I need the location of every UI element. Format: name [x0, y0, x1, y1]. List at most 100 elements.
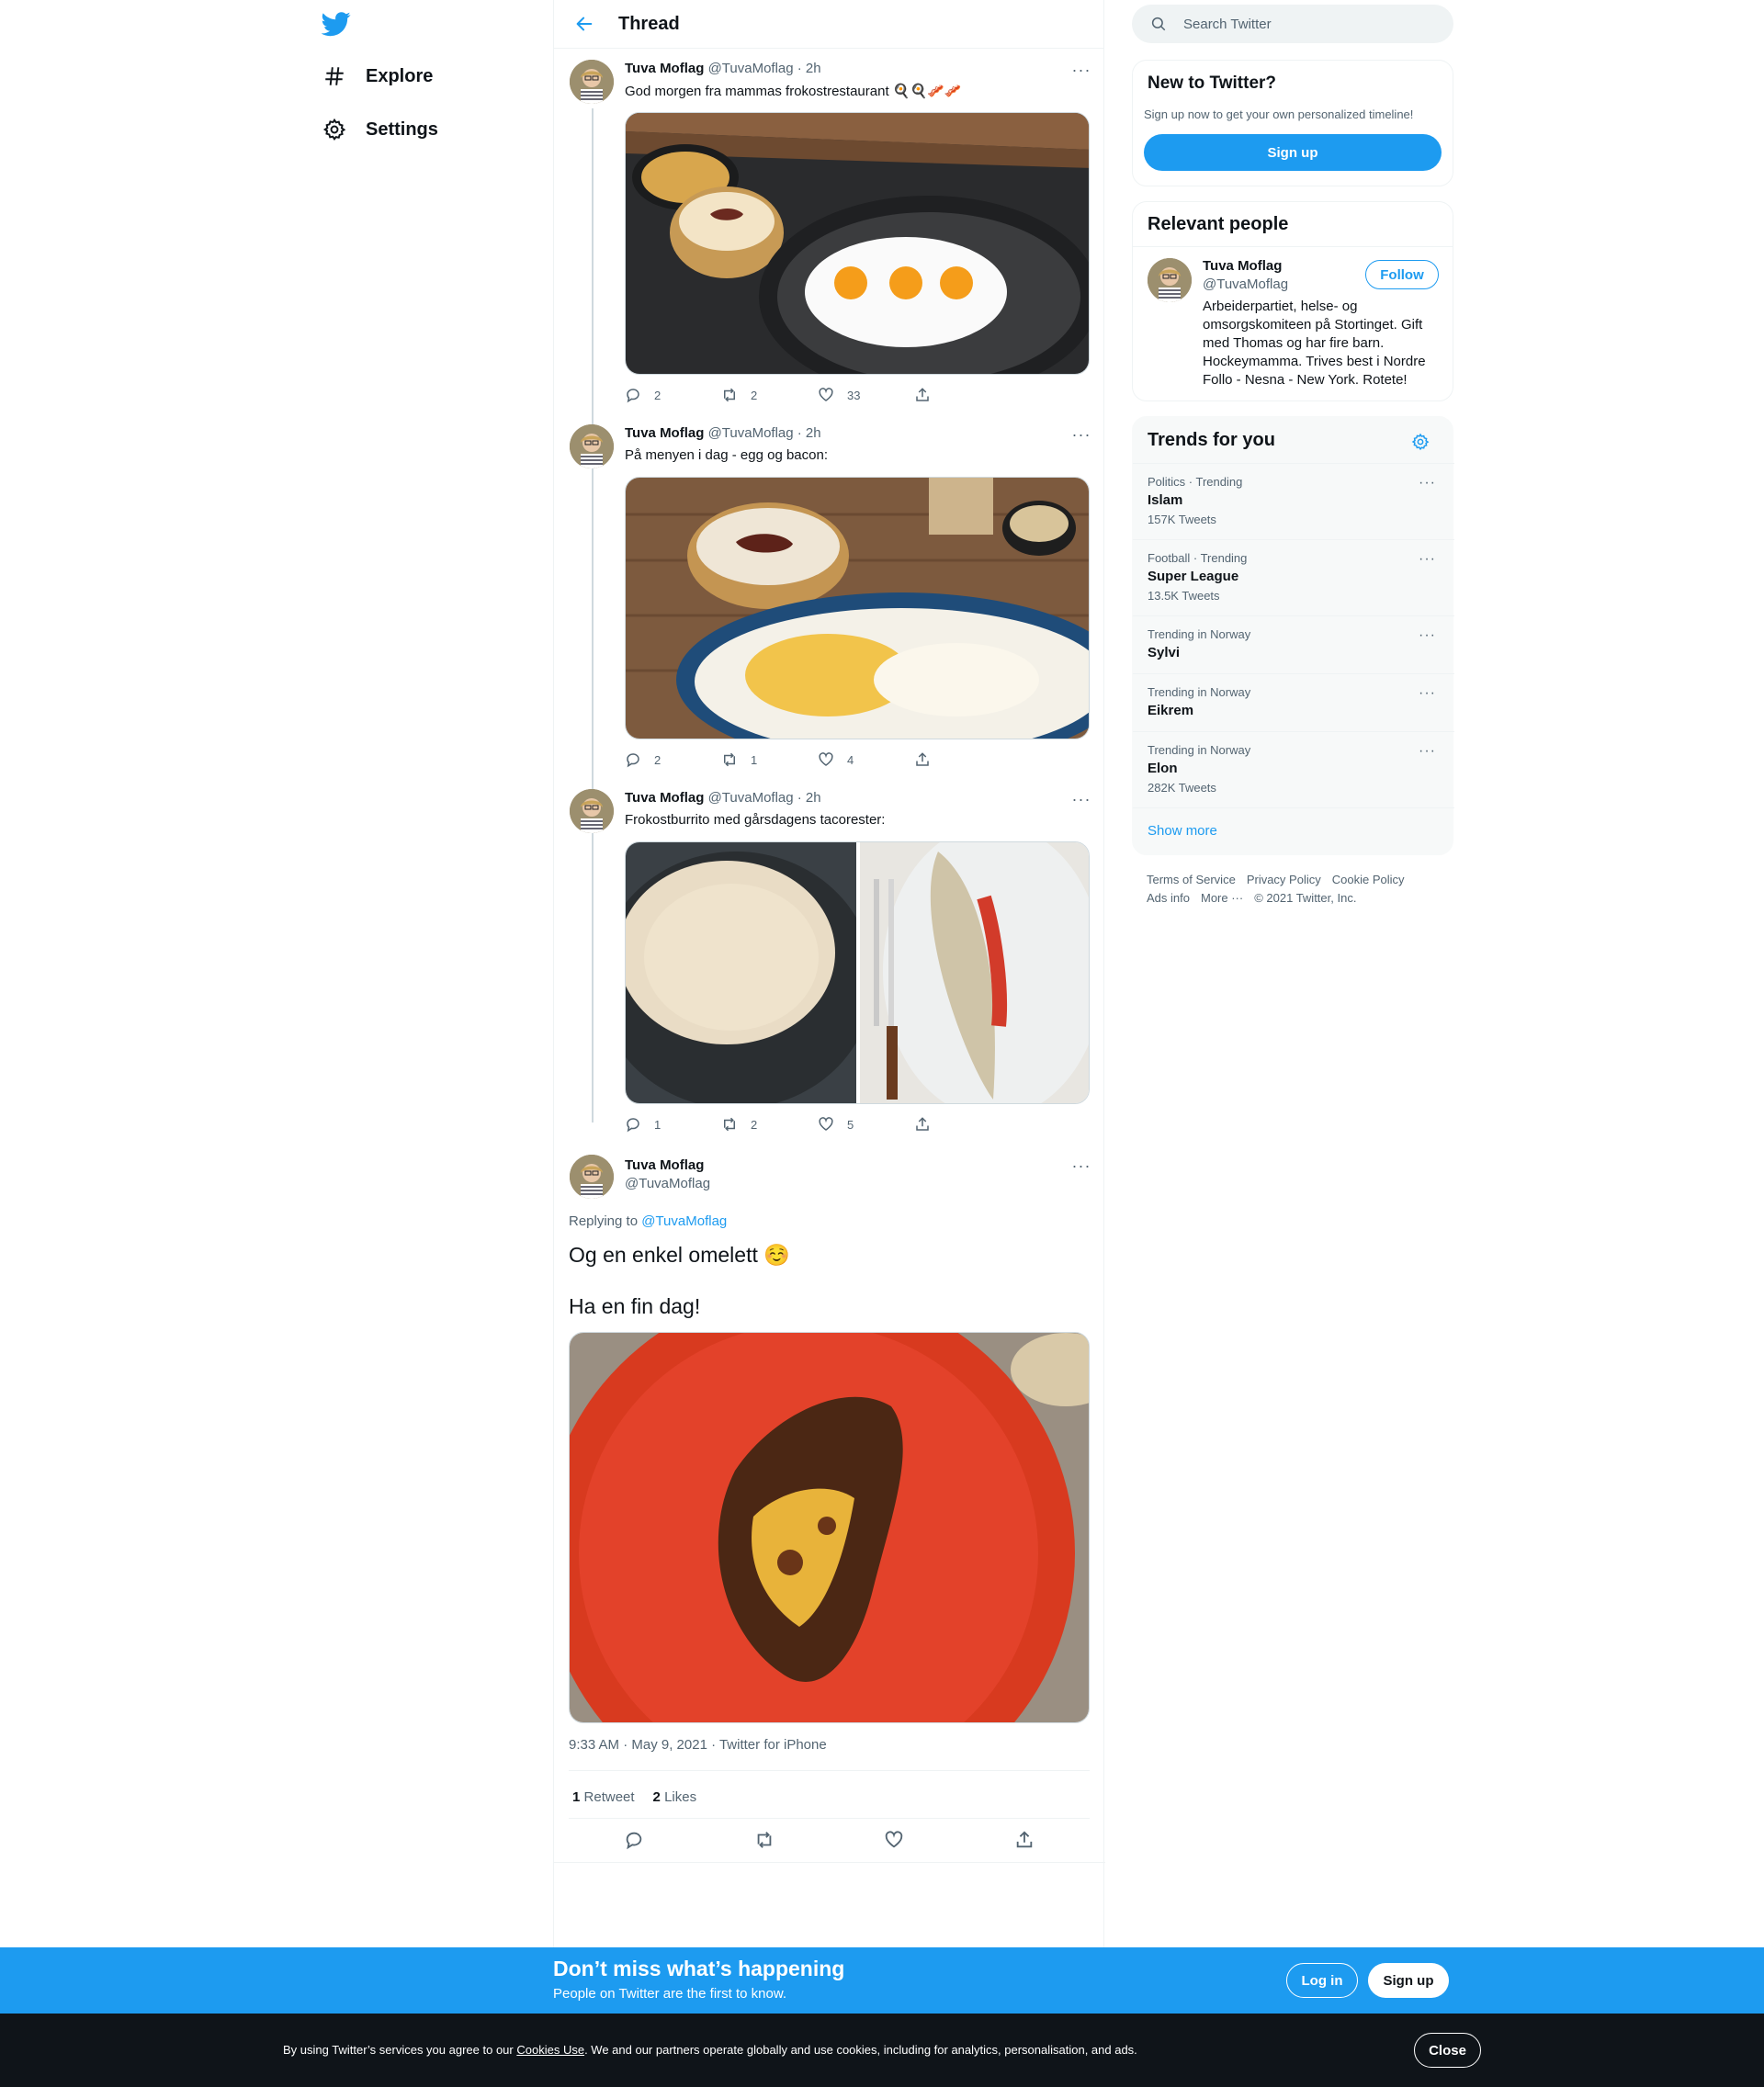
trend-item[interactable]: Politics · Trending Islam 157K Tweets ··…	[1133, 463, 1454, 539]
copyright: © 2021 Twitter, Inc.	[1254, 891, 1357, 905]
nav-settings-label: Settings	[366, 118, 438, 140]
tweet-timestamp[interactable]: 9:33 AM · May 9, 2021 · Twitter for iPho…	[569, 1737, 827, 1753]
trend-item[interactable]: Football · Trending Super League 13.5K T…	[1133, 539, 1454, 615]
tweet-photo[interactable]	[569, 1332, 1090, 1723]
more-icon[interactable]: ···	[1070, 1156, 1092, 1175]
trend-context: Football · Trending	[1148, 551, 1248, 565]
tweet-photo[interactable]	[625, 477, 1090, 739]
retweet-button[interactable]: 1	[721, 750, 818, 769]
author-handle-time[interactable]: @TuvaMoflag · 2h	[708, 61, 821, 76]
tweet-text: Frokostburrito med gårsdagens tacorester…	[625, 812, 886, 828]
privacy-link[interactable]: Privacy Policy	[1247, 873, 1321, 886]
search-bar[interactable]	[1132, 5, 1453, 43]
back-arrow-icon[interactable]	[572, 12, 596, 36]
avatar[interactable]	[570, 424, 614, 468]
author-name[interactable]: Tuva Moflag	[625, 425, 704, 441]
trend-item[interactable]: Trending in Norway Eikrem ···	[1133, 673, 1454, 731]
author-name[interactable]: Tuva Moflag	[625, 790, 704, 806]
nav-explore-label: Explore	[366, 65, 434, 86]
reply-button[interactable]: 2	[625, 750, 721, 769]
retweet-count: 1	[751, 752, 758, 767]
retweet-button[interactable]: 2	[721, 1115, 818, 1134]
cookie-text: By using Twitter’s services you agree to…	[283, 2043, 1137, 2057]
trend-context: Trending in Norway	[1148, 685, 1251, 699]
banner-sign-up-button[interactable]: Sign up	[1368, 1963, 1449, 1998]
nav-explore[interactable]: Explore	[322, 58, 433, 95]
trend-item[interactable]: Trending in Norway Sylvi ···	[1133, 615, 1454, 673]
author-name[interactable]: Tuva Moflag	[625, 1157, 704, 1173]
tweet-photo-left[interactable]	[626, 842, 874, 1104]
heart-icon	[886, 1831, 903, 1848]
more-icon[interactable]: ···	[1070, 61, 1092, 79]
author-handle[interactable]: @TuvaMoflag	[625, 1176, 710, 1191]
avatar[interactable]	[570, 60, 614, 104]
like-button[interactable]: 4	[818, 750, 914, 769]
more-icon[interactable]: ···	[1419, 685, 1436, 702]
more-icon[interactable]: ···	[1419, 627, 1436, 644]
trend-item[interactable]: Trending in Norway Elon 282K Tweets ···	[1133, 731, 1454, 807]
tweet-text-line1: Og en enkel omelett ☺️	[569, 1243, 790, 1267]
cookie-text-suffix: . We and our partners operate globally a…	[584, 2043, 1137, 2057]
terms-link[interactable]: Terms of Service	[1147, 873, 1236, 886]
log-in-button[interactable]: Log in	[1286, 1963, 1358, 1998]
cookie-close-button[interactable]: Close	[1414, 2033, 1481, 2068]
retweet-button[interactable]	[746, 1822, 783, 1858]
reply-button[interactable]: 1	[625, 1115, 721, 1134]
follow-button[interactable]: Follow	[1365, 260, 1439, 289]
retweet-icon	[724, 388, 735, 402]
cookies-use-link[interactable]: Cookies Use	[516, 2043, 584, 2057]
trend-context: Trending in Norway	[1148, 743, 1251, 757]
reply-button[interactable]: 2	[625, 386, 721, 404]
show-more-row: Show more	[1133, 807, 1454, 855]
like-button[interactable]: 33	[818, 386, 914, 404]
person-name[interactable]: Tuva Moflag	[1203, 258, 1282, 274]
share-icon	[916, 1117, 929, 1131]
trends-settings-gear-icon[interactable]	[1408, 430, 1432, 454]
more-icon[interactable]: ···	[1070, 790, 1092, 808]
more-icon[interactable]: ···	[1419, 743, 1436, 760]
author-handle-time[interactable]: @TuvaMoflag · 2h	[708, 790, 821, 806]
tweet-photo-right[interactable]	[860, 842, 1090, 1104]
reply-button[interactable]	[616, 1822, 652, 1858]
person-handle[interactable]: @TuvaMoflag	[1203, 276, 1288, 292]
banner-subtitle: People on Twitter are the first to know.	[553, 1986, 787, 2002]
show-more-link[interactable]: Show more	[1148, 823, 1217, 839]
search-input[interactable]	[1183, 16, 1422, 32]
ads-info-link[interactable]: Ads info	[1147, 891, 1190, 905]
replying-to-link[interactable]: @TuvaMoflag	[641, 1213, 727, 1229]
more-icon[interactable]: ···	[1419, 551, 1436, 568]
trend-topic: Super League	[1148, 569, 1239, 584]
cookie-policy-link[interactable]: Cookie Policy	[1332, 873, 1405, 886]
like-stat-label: Likes	[664, 1789, 697, 1805]
share-button[interactable]	[1006, 1822, 1043, 1858]
share-button[interactable]	[914, 750, 1011, 769]
avatar[interactable]	[1148, 258, 1192, 302]
like-stat[interactable]: 2 Likes	[653, 1789, 697, 1805]
signup-banner: Don’t miss what’s happening People on Tw…	[0, 1947, 1764, 2014]
trends-card: Trends for you Politics · Trending Islam…	[1132, 416, 1454, 855]
more-icon[interactable]: ···	[1070, 425, 1092, 444]
avatar[interactable]	[570, 789, 614, 833]
retweet-button[interactable]: 2	[721, 386, 818, 404]
author-handle-time[interactable]: @TuvaMoflag · 2h	[708, 425, 821, 441]
tweet-text: På menyen i dag - egg og bacon:	[625, 447, 828, 463]
more-icon[interactable]: ···	[1419, 475, 1436, 491]
author-name[interactable]: Tuva Moflag	[625, 61, 704, 76]
like-button[interactable]: 5	[818, 1115, 914, 1134]
share-button[interactable]	[914, 386, 1011, 404]
twitter-logo-icon[interactable]	[321, 9, 351, 39]
avatar[interactable]	[570, 1155, 614, 1199]
replying-prefix: Replying to	[569, 1213, 639, 1229]
nav-settings[interactable]: Settings	[322, 111, 438, 148]
replying-to: Replying to @TuvaMoflag	[569, 1213, 727, 1229]
relevant-people-card: Relevant people Tuva Moflag @TuvaMoflag …	[1132, 201, 1453, 401]
share-button[interactable]	[914, 1115, 1011, 1134]
retweet-stat[interactable]: 1 Retweet	[572, 1789, 635, 1805]
sign-up-button[interactable]: Sign up	[1144, 134, 1442, 171]
tweet-photo[interactable]	[625, 112, 1090, 375]
retweet-icon	[757, 1832, 771, 1848]
tweet-actions: 1 2 5	[625, 1115, 1011, 1134]
trend-context: Trending in Norway	[1148, 627, 1251, 641]
like-button[interactable]	[876, 1822, 912, 1858]
more-link[interactable]: More ···	[1201, 891, 1243, 905]
